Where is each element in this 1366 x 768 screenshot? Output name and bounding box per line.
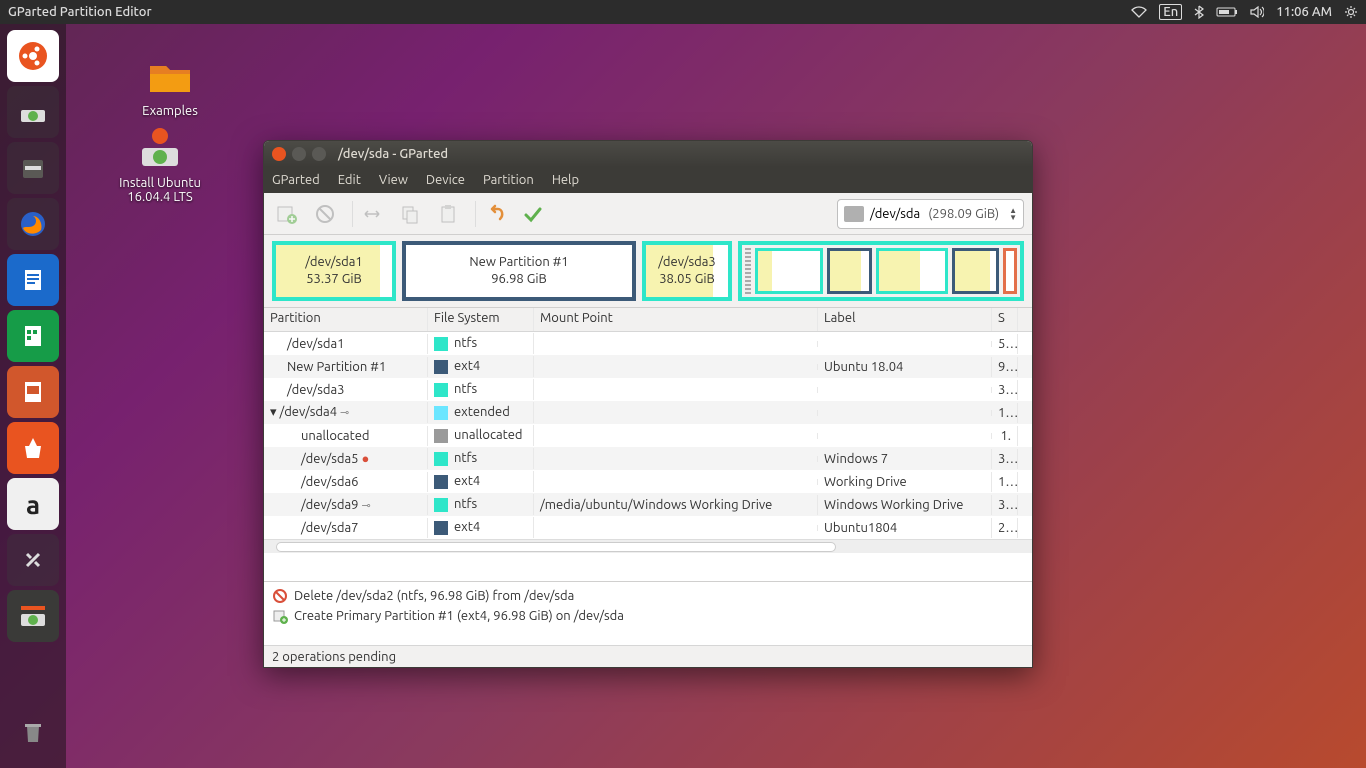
gear-icon[interactable] (1344, 5, 1358, 19)
apply-button[interactable] (518, 199, 548, 229)
desktop-icon-label: Examples (110, 104, 230, 118)
launcher-amazon[interactable]: a (7, 478, 59, 530)
launcher-software[interactable] (7, 422, 59, 474)
launcher-dash[interactable] (7, 30, 59, 82)
map-unallocated (745, 248, 751, 294)
maximize-icon[interactable] (312, 147, 326, 161)
new-partition-button[interactable] (272, 199, 302, 229)
table-row[interactable]: /dev/sda6 ext4Working Drive19 (264, 470, 1032, 493)
launcher-impress[interactable] (7, 366, 59, 418)
table-row[interactable]: /dev/sda7 ext4Ubuntu180420 (264, 516, 1032, 539)
statusbar: 2 operations pending (264, 645, 1032, 667)
launcher-files[interactable] (7, 142, 59, 194)
launcher-trash[interactable] (7, 706, 59, 758)
launcher-gparted[interactable] (7, 590, 59, 642)
table-row[interactable]: New Partition #1 ext4Ubuntu 18.0496 (264, 355, 1032, 378)
desktop-icon-label: Install Ubuntu 16.04.4 LTS (100, 176, 220, 204)
titlebar[interactable]: /dev/sda - GParted (264, 141, 1032, 167)
device-size: (298.09 GiB) (928, 207, 999, 221)
partition-map: /dev/sda153.37 GiB New Partition #196.98… (264, 235, 1032, 307)
gparted-window: /dev/sda - GParted GParted Edit View Dev… (263, 140, 1033, 668)
partition-table: Partition File System Mount Point Label … (264, 307, 1032, 581)
h-scrollbar[interactable] (264, 539, 1032, 553)
disk-icon (844, 206, 864, 222)
map-sda1[interactable]: /dev/sda153.37 GiB (272, 241, 396, 301)
delete-icon (272, 588, 288, 604)
delete-partition-button (310, 199, 340, 229)
device-name: /dev/sda (870, 207, 920, 221)
toolbar: /dev/sda (298.09 GiB) ▲▼ (264, 193, 1032, 235)
paste-button (433, 199, 463, 229)
launcher: a (0, 24, 66, 768)
operation-row[interactable]: Delete /dev/sda2 (ntfs, 96.98 GiB) from … (272, 588, 1024, 604)
launcher-gparted-alt[interactable] (7, 86, 59, 138)
app-title: GParted Partition Editor (8, 5, 152, 19)
minimize-icon[interactable] (292, 147, 306, 161)
map-sda9[interactable] (876, 248, 948, 294)
table-header[interactable]: Partition File System Mount Point Label … (264, 308, 1032, 332)
launcher-firefox[interactable] (7, 198, 59, 250)
map-sda8[interactable] (1003, 248, 1017, 294)
table-row[interactable]: /dev/sda5 ●ntfsWindows 730 (264, 447, 1032, 470)
language-indicator[interactable]: En (1159, 4, 1182, 20)
table-row[interactable]: /dev/sda1 ntfs53 (264, 332, 1032, 355)
bluetooth-icon[interactable] (1194, 5, 1204, 19)
table-row[interactable]: ▾ /dev/sda4 ⊸extended109 (264, 401, 1032, 424)
map-sda6[interactable] (827, 248, 872, 294)
undo-button[interactable] (480, 199, 510, 229)
window-title: /dev/sda - GParted (338, 147, 448, 161)
menu-view[interactable]: View (379, 173, 408, 187)
operation-row[interactable]: Create Primary Partition #1 (ext4, 96.98… (272, 608, 1024, 624)
launcher-settings[interactable] (7, 534, 59, 586)
sound-icon[interactable] (1250, 6, 1264, 18)
map-newpart[interactable]: New Partition #196.98 GiB (402, 241, 636, 301)
table-row[interactable]: /dev/sda9 ⊸ntfs/media/ubuntu/Windows Wor… (264, 493, 1032, 516)
map-extended[interactable] (738, 241, 1024, 301)
clock[interactable]: 11:06 AM (1276, 5, 1332, 19)
close-icon[interactable] (272, 147, 286, 161)
desktop-icon-install[interactable]: Install Ubuntu 16.04.4 LTS (100, 124, 220, 204)
launcher-calc[interactable] (7, 310, 59, 362)
map-sda7[interactable] (952, 248, 999, 294)
top-panel: GParted Partition Editor En 11:06 AM (0, 0, 1366, 24)
menu-edit[interactable]: Edit (338, 173, 361, 187)
copy-button (395, 199, 425, 229)
resize-button (357, 199, 387, 229)
menu-gparted[interactable]: GParted (272, 173, 320, 187)
map-sda3[interactable]: /dev/sda338.05 GiB (642, 241, 732, 301)
menubar: GParted Edit View Device Partition Help (264, 167, 1032, 193)
launcher-writer[interactable] (7, 254, 59, 306)
table-row[interactable]: unallocated unallocated1. (264, 424, 1032, 447)
chevron-updown-icon[interactable]: ▲▼ (1009, 207, 1017, 221)
pending-operations: Delete /dev/sda2 (ntfs, 96.98 GiB) from … (264, 581, 1032, 645)
table-row[interactable]: /dev/sda3 ntfs38 (264, 378, 1032, 401)
menu-device[interactable]: Device (426, 173, 465, 187)
desktop-icon-examples[interactable]: Examples (110, 52, 230, 118)
create-icon (272, 608, 288, 624)
device-picker[interactable]: /dev/sda (298.09 GiB) ▲▼ (837, 199, 1024, 229)
wifi-icon[interactable] (1131, 6, 1147, 18)
map-sda5[interactable] (755, 248, 823, 294)
menu-partition[interactable]: Partition (483, 173, 534, 187)
battery-icon[interactable] (1216, 6, 1238, 18)
menu-help[interactable]: Help (552, 173, 579, 187)
